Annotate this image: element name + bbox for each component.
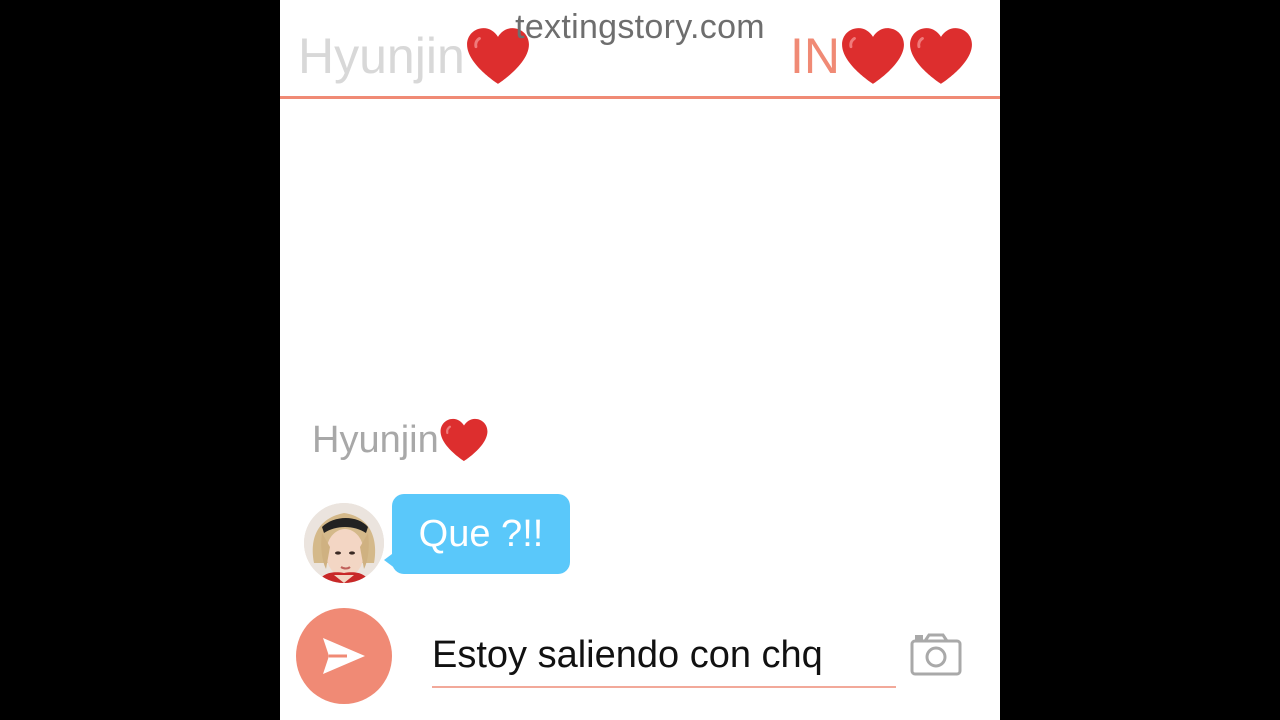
- watermark: textingstory.com: [515, 8, 765, 46]
- avatar-photo: [304, 503, 384, 583]
- message-input[interactable]: [432, 624, 896, 686]
- header-divider: [280, 96, 1000, 99]
- message-sender-label: Hyunjin: [312, 414, 489, 466]
- camera-button[interactable]: [910, 632, 962, 676]
- message-bubble[interactable]: Que ?!!: [392, 494, 570, 574]
- heart-icon: [440, 418, 488, 462]
- send-icon: [323, 638, 365, 674]
- sender-name: Hyunjin: [312, 418, 439, 461]
- chat-screen: textingstory.com Hyunjin IN Hyunjin Que …: [280, 0, 1000, 720]
- send-button[interactable]: [296, 608, 392, 704]
- avatar[interactable]: [304, 503, 384, 583]
- message-composer: [432, 624, 896, 688]
- message-text: Que ?!!: [418, 512, 544, 555]
- camera-icon: [910, 633, 962, 676]
